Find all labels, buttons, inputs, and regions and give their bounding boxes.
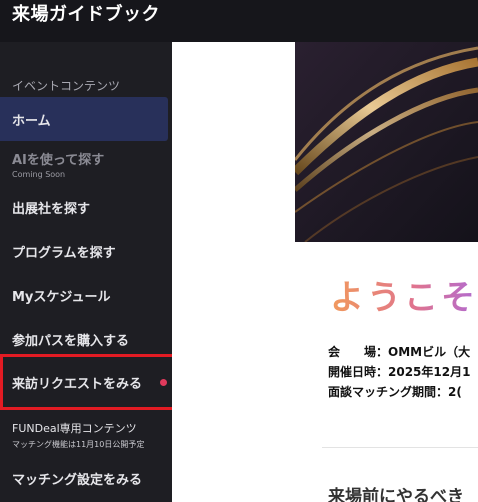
venue-text: 会 場：OMMビル（大 [328,345,471,359]
sidebar-item-label: AIを使って探す [12,153,105,168]
hero-image [295,42,478,242]
sidebar-item-matching-settings[interactable]: マッチング設定をみる [0,456,168,500]
fundeal-section: FUNDeal専用コンテンツ マッチング機能は11月10日公開予定 [12,420,144,450]
sidebar-item-visit-requests[interactable]: 来訪リクエストをみる [0,354,175,410]
sidebar-item-label: マッチング設定をみる [12,472,143,488]
sidebar-item-label: 出展社を探す [12,201,91,217]
sidebar-item-home[interactable]: ホーム [0,97,168,141]
coming-soon-label: Coming Soon [12,170,66,179]
event-info: 会 場：OMMビル（大 開催日時：2025年12月1 面談マッチング期間：2( [328,342,470,402]
sidebar-item-label: 参加パスを購入する [12,333,130,349]
fundeal-sub-label: マッチング機能は11月10日公開予定 [12,440,145,449]
before-visit-heading: 来場前にやるべき [328,487,464,502]
welcome-heading: ようこそ、 [330,270,478,319]
sidebar-item-label: プログラムを探す [12,245,116,261]
matching-period-text: 面談マッチング期間：2( [328,385,462,399]
app-title: 来場ガイドブック [12,4,160,25]
light-streaks-image [295,42,478,242]
sidebar-item-label: Myスケジュール [12,289,111,305]
sidebar-item-ai-search[interactable]: AIを使って探す Coming Soon [0,140,168,188]
sidebar-item-exhibitors[interactable]: 出展社を探す [0,185,168,229]
sidebar: イベントコンテンツ ホーム AIを使って探す Coming Soon 出展社を探… [0,42,175,502]
sidebar-item-programs[interactable]: プログラムを探す [0,229,168,273]
sidebar-item-my-schedule[interactable]: Myスケジュール [0,273,168,317]
sidebar-item-label: 来訪リクエストをみる [12,376,143,392]
sidebar-item-label: ホーム [12,113,51,129]
sidebar-section-label: イベントコンテンツ [12,79,121,93]
divider [322,447,478,448]
date-text: 開催日時：2025年12月1 [328,365,471,379]
main-content: ようこそ、 会 場：OMMビル（大 開催日時：2025年12月1 面談マッチング… [172,42,478,502]
notification-dot [160,379,167,386]
app-header: 来場ガイドブック [0,0,478,42]
fundeal-label: FUNDeal専用コンテンツ [12,422,137,435]
